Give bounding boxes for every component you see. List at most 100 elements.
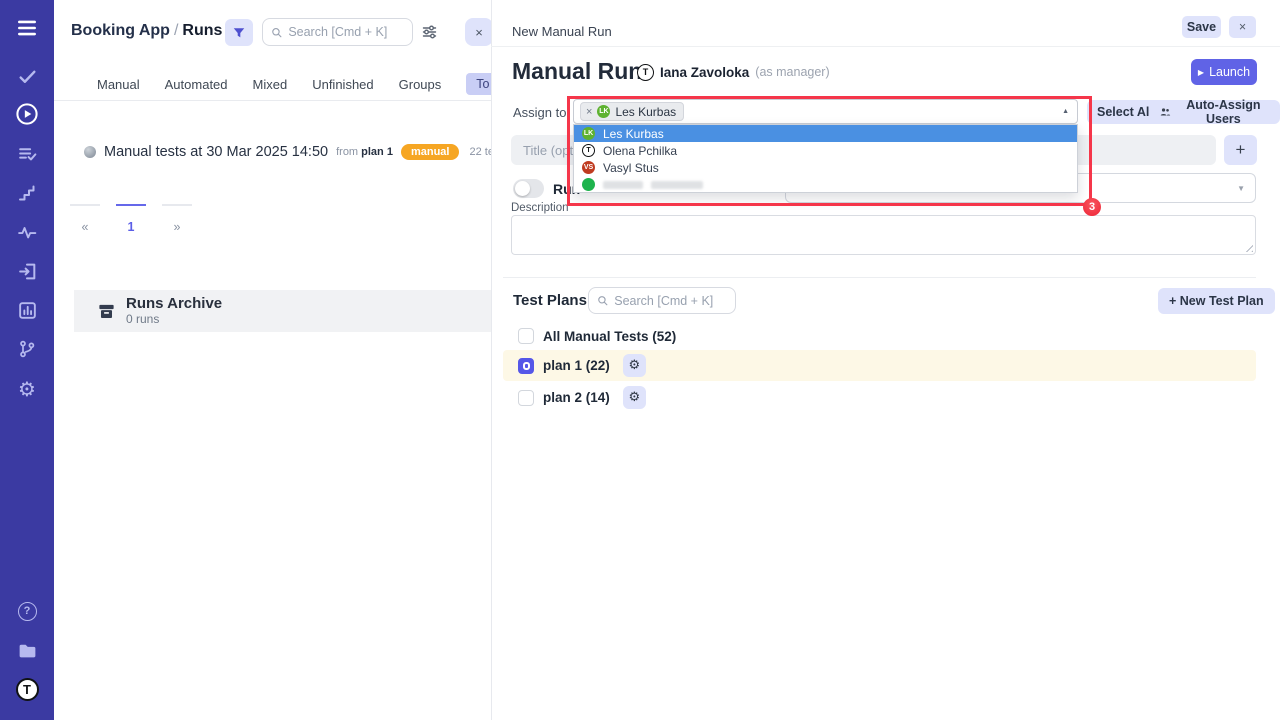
redacted-name-block [651, 181, 703, 189]
manager-avatar: T [637, 64, 654, 81]
help-icon[interactable]: ? [0, 599, 54, 623]
run-plan-link[interactable]: plan 1 [361, 146, 393, 158]
archive-count: 0 runs [126, 312, 222, 326]
runs-search [262, 18, 413, 46]
chip-name: Les Kurbas [615, 105, 676, 119]
archive-box-icon [97, 302, 116, 321]
avatar [582, 178, 595, 191]
archive-title: Runs Archive [126, 296, 222, 313]
runs-list-panel: Booking App/Runs × Manual Automated Mixe… [54, 0, 491, 720]
pagination-prev[interactable]: « [70, 204, 100, 234]
breadcrumb-separator: / [170, 22, 182, 39]
tab-automated[interactable]: Automated [165, 77, 228, 92]
plan-row-all-manual[interactable]: All Manual Tests (52) [503, 322, 1256, 350]
run-tests-count: 22 tests [469, 146, 491, 158]
section-divider [503, 277, 1256, 278]
users-icon [1160, 106, 1171, 118]
new-test-plan-button[interactable]: + New Test Plan [1158, 288, 1275, 314]
avatar: LK [582, 127, 595, 140]
close-panel-button[interactable]: × [465, 18, 491, 46]
pagination: « 1 » [70, 204, 208, 234]
launch-button[interactable]: ▶ Launch [1191, 59, 1257, 85]
assign-to-label: Assign to: [513, 105, 570, 120]
run-type-badge: manual [401, 144, 460, 160]
assignee-option-les-kurbas[interactable]: LK Les Kurbas [574, 125, 1077, 142]
tabs-divider [54, 100, 491, 101]
description-textarea[interactable] [511, 215, 1256, 255]
add-button[interactable]: + [1224, 135, 1257, 165]
assignee-dropdown: LK Les Kurbas T Olena Pchilka VS Vasyl S… [573, 124, 1078, 193]
plan-1-settings-button[interactable]: ⚙ [623, 354, 646, 377]
checkbox-plan-1[interactable] [518, 358, 534, 374]
pagination-page-1[interactable]: 1 [116, 204, 146, 234]
auto-assign-users-button[interactable]: Auto-Assign Users [1150, 100, 1280, 124]
steps-icon[interactable] [0, 181, 54, 205]
pulse-icon[interactable] [0, 220, 54, 244]
settings-gear-icon[interactable]: ⚙ [0, 376, 54, 402]
tests-check-icon[interactable] [0, 64, 54, 88]
plan-2-settings-button[interactable]: ⚙ [623, 386, 646, 409]
test-plans-search-input[interactable] [614, 294, 727, 308]
funnel-icon [232, 26, 246, 40]
breadcrumb-project[interactable]: Booking App [71, 22, 170, 39]
tab-groups[interactable]: Groups [399, 77, 442, 92]
tab-to-review[interactable]: To Review [466, 73, 491, 95]
checkbox-plan-2[interactable] [518, 390, 534, 406]
manager-note: (as manager) [755, 65, 829, 79]
test-plans-search [588, 287, 736, 314]
description-label: Description [511, 202, 569, 214]
breadcrumb: Booking App/Runs [71, 22, 222, 40]
pagination-next[interactable]: » [162, 204, 192, 234]
plan-row-plan-1[interactable]: plan 1 (22) ⚙ [503, 350, 1256, 381]
chip-remove-icon[interactable]: × [586, 106, 592, 118]
runs-play-icon[interactable] [0, 101, 54, 127]
run-toggle[interactable] [513, 179, 544, 198]
checkbox-all-manual[interactable] [518, 328, 534, 344]
avatar: LK [597, 105, 610, 118]
run-from: from plan 1 [336, 146, 393, 158]
tab-unfinished[interactable]: Unfinished [312, 77, 373, 92]
panel-title: New Manual Run [512, 24, 612, 39]
close-icon: × [475, 25, 483, 40]
run-title-heading: Manual Run [512, 58, 642, 85]
description-wrap [511, 215, 1256, 255]
close-icon: × [1239, 20, 1246, 34]
report-chart-icon[interactable] [0, 298, 54, 322]
search-icon [271, 26, 282, 39]
filter-button[interactable] [225, 19, 253, 46]
projects-folder-icon[interactable] [0, 638, 54, 662]
redacted-name-block [603, 181, 643, 189]
assignee-chip: × LK Les Kurbas [580, 102, 684, 121]
import-icon[interactable] [0, 259, 54, 283]
panel-close-button[interactable]: × [1229, 16, 1256, 38]
runs-search-input[interactable] [288, 25, 404, 39]
manager-name: Iana Zavoloka [660, 65, 749, 80]
assignee-option-olena-pchilka[interactable]: T Olena Pchilka [574, 142, 1077, 159]
assignee-option-vasyl-stus[interactable]: VS Vasyl Stus [574, 159, 1077, 176]
play-icon: ▶ [1198, 68, 1204, 77]
runs-tabs: Manual Automated Mixed Unfinished Groups… [72, 72, 491, 96]
testomat-logo[interactable]: T [0, 676, 54, 702]
tab-manual[interactable]: Manual [97, 77, 140, 92]
assignee-multiselect[interactable]: × LK Les Kurbas ▲ [573, 99, 1078, 124]
avatar: VS [582, 161, 595, 174]
run-list-item[interactable]: Manual tests at 30 Mar 2025 14:50 from p… [84, 142, 491, 162]
menu-icon[interactable] [0, 16, 54, 40]
run-globe-icon [84, 146, 96, 158]
assignee-option-redacted[interactable] [574, 176, 1077, 193]
test-plans-title: Test Plans [513, 292, 587, 309]
sidebar: ⚙ ? T [0, 0, 54, 720]
caret-down-icon: ▼ [1237, 184, 1245, 193]
avatar: T [582, 144, 595, 157]
save-button[interactable]: Save [1182, 16, 1221, 38]
checkbox-checked-mark [523, 362, 530, 370]
test-list-icon[interactable] [0, 142, 54, 166]
run-title[interactable]: Manual tests at 30 Mar 2025 14:50 [104, 144, 328, 160]
search-icon [597, 294, 608, 307]
tab-mixed[interactable]: Mixed [253, 77, 288, 92]
caret-up-icon: ▲ [1062, 108, 1069, 115]
branch-icon[interactable] [0, 337, 54, 361]
plan-row-plan-2[interactable]: plan 2 (14) ⚙ [503, 382, 1256, 413]
filter-settings-icon[interactable] [421, 24, 439, 40]
runs-archive-row[interactable]: Runs Archive 0 runs [74, 290, 491, 332]
